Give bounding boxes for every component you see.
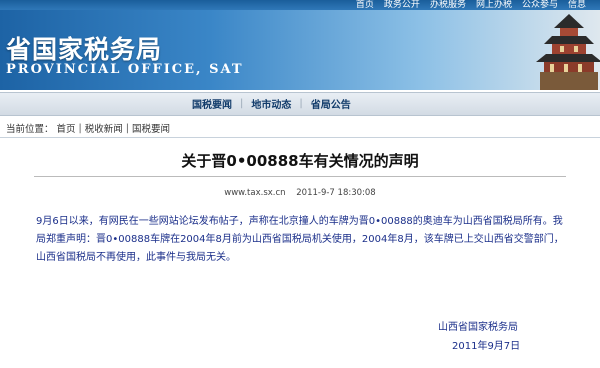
tower-icon <box>536 14 600 90</box>
nav-item-notices[interactable]: 省局公告 <box>303 96 359 111</box>
site-banner: 省国家税务局 PROVINCIAL OFFICE, SAT <box>0 10 600 90</box>
article-body: 9月6日以来，有网民在一些网站论坛发布帖子，声称在北京撞人的车牌为晋0•0088… <box>36 216 564 263</box>
main-nav: 国税要闻 | 地市动态 | 省局公告 <box>0 92 600 116</box>
breadcrumb-label: 当前位置： <box>6 124 54 135</box>
top-bar: 首页 政务公开 办税服务 网上办税 公众参与 信息 <box>0 0 600 10</box>
article-datetime: 2011-9-7 18:30:08 <box>296 188 376 198</box>
top-links: 首页 政务公开 办税服务 网上办税 公众参与 信息 <box>356 0 586 10</box>
top-link[interactable]: 网上办税 <box>476 0 512 10</box>
site-title: 省国家税务局 <box>6 35 163 64</box>
breadcrumb: 当前位置： 首页 | 税收新闻 | 国税要闻 <box>6 121 170 136</box>
site-subtitle: PROVINCIAL OFFICE, SAT <box>6 62 244 77</box>
title-divider <box>34 176 566 177</box>
article-signer: 山西省国家税务局 <box>438 322 518 333</box>
divider <box>0 137 600 138</box>
breadcrumb-separator: | <box>125 122 129 134</box>
breadcrumb-tax-news[interactable]: 税收新闻 <box>85 121 123 135</box>
article-source: www.tax.sx.cn <box>224 188 286 198</box>
article-title: 关于晋0•00888车有关情况的声明 <box>181 152 419 170</box>
nav-item-news[interactable]: 国税要闻 <box>184 96 240 111</box>
top-link[interactable]: 信息 <box>568 0 586 10</box>
top-link[interactable]: 首页 <box>356 0 374 10</box>
breadcrumb-separator: | <box>78 122 82 134</box>
breadcrumb-home[interactable]: 首页 <box>57 121 76 135</box>
nav-item-local[interactable]: 地市动态 <box>243 96 299 111</box>
top-link[interactable]: 办税服务 <box>430 0 466 10</box>
article-meta: www.tax.sx.cn 2011-9-7 18:30:08 <box>0 188 600 198</box>
article-sign-date: 2011年9月7日 <box>452 341 521 352</box>
top-link[interactable]: 政务公开 <box>384 0 420 10</box>
breadcrumb-current[interactable]: 国税要闻 <box>132 121 170 135</box>
top-link[interactable]: 公众参与 <box>522 0 558 10</box>
